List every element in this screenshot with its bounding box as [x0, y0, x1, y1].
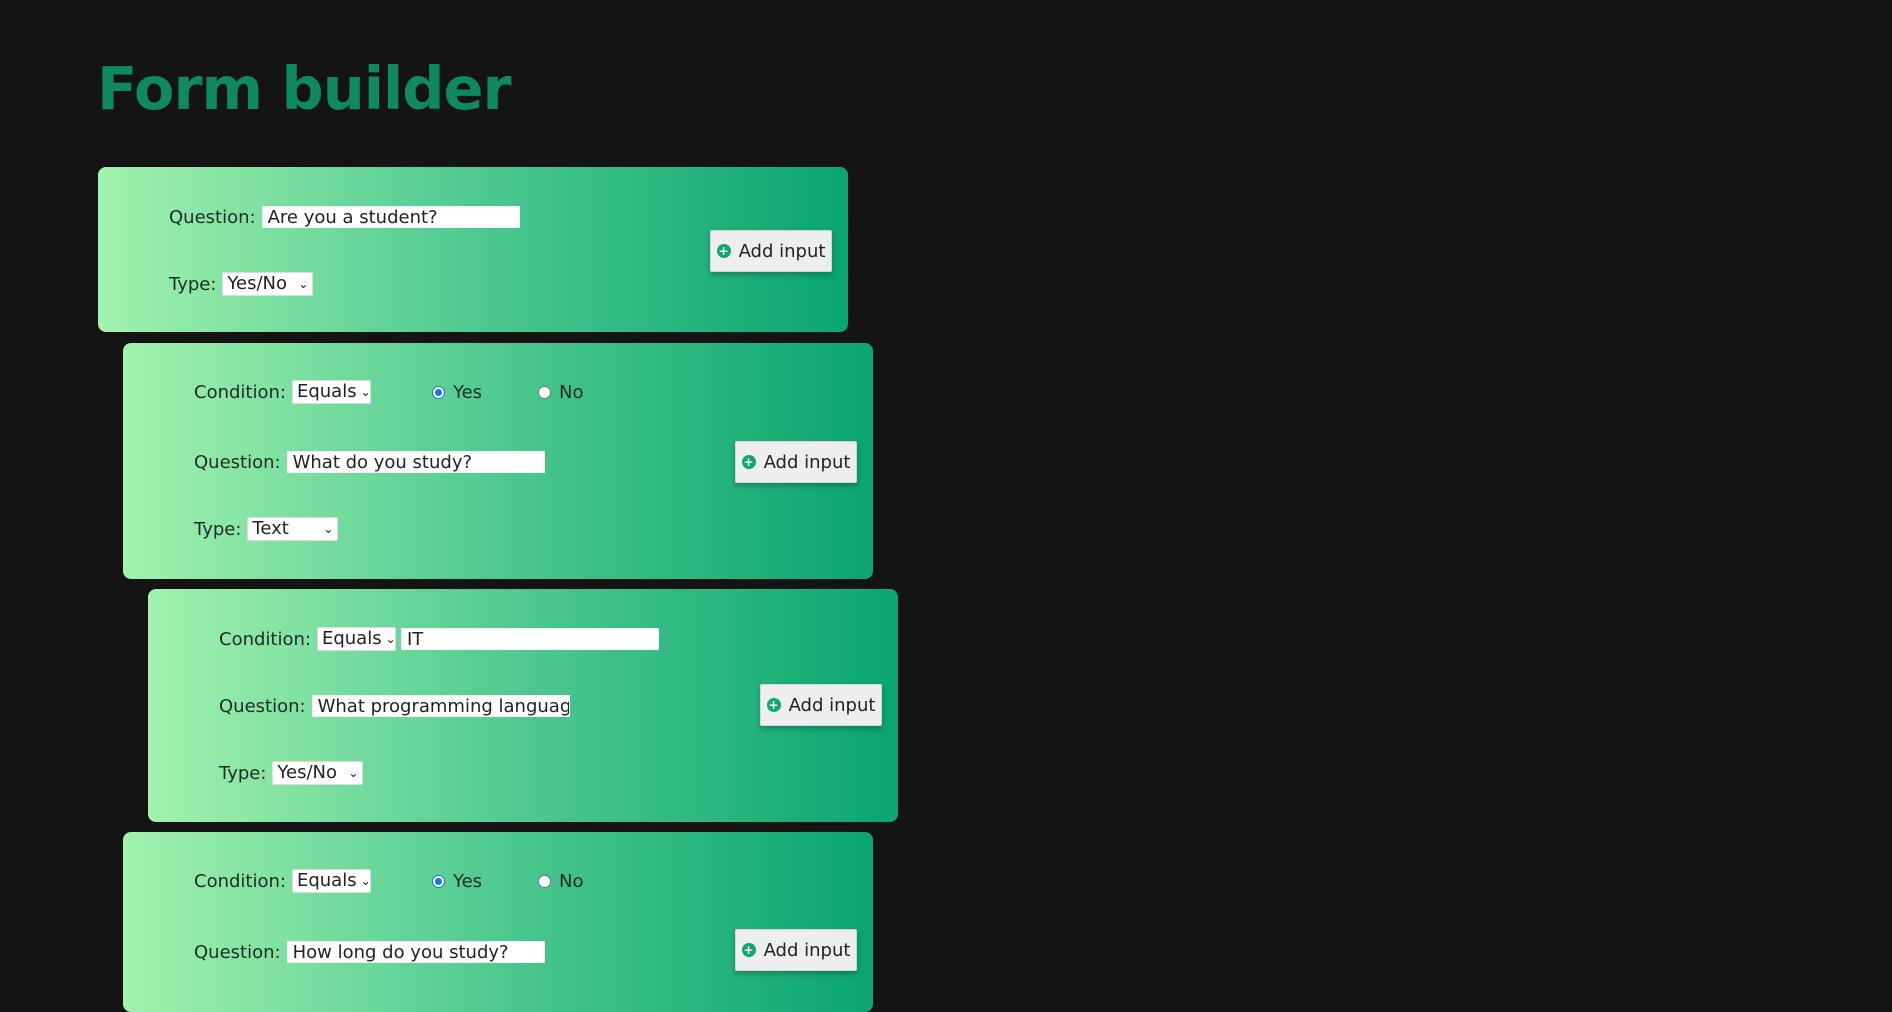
type-select[interactable]: Yes/No ⌄ [222, 272, 314, 296]
form-card-1: Question: Are you a student? Type: Yes/N… [98, 167, 848, 332]
type-select[interactable]: Text ⌄ [247, 517, 339, 541]
type-row: Type: Yes/No ⌄ [219, 760, 364, 786]
chevron-down-icon: ⌄ [298, 277, 309, 291]
radio-no[interactable] [538, 874, 552, 888]
add-input-label: Add input [763, 939, 851, 961]
radio-yes-option[interactable]: Yes [431, 870, 483, 892]
chevron-down-icon: ⌄ [323, 522, 334, 536]
condition-label: Condition: [194, 870, 286, 892]
chevron-down-icon: ⌄ [348, 766, 359, 780]
form-card-2: Condition: Equals ⌄ Yes No Question: Wha… [123, 343, 873, 579]
question-label: Question: [194, 941, 281, 963]
question-input[interactable]: How long do you study? [286, 941, 545, 963]
question-input[interactable]: Are you a student? [261, 206, 520, 228]
type-label: Type: [169, 273, 217, 295]
radio-no[interactable] [538, 385, 552, 399]
form-card-3: Condition: Equals ⌄ IT Question: What pr… [148, 589, 898, 822]
question-input[interactable]: What do you study? [286, 451, 545, 473]
condition-row: Condition: Equals ⌄ Yes No [194, 868, 584, 894]
question-label: Question: [169, 206, 256, 228]
radio-no-label: No [559, 870, 584, 892]
question-row: Question: What do you study? [194, 449, 545, 475]
condition-row: Condition: Equals ⌄ Yes No [194, 379, 584, 405]
radio-yes-label: Yes [452, 870, 483, 892]
type-select-value: Yes/No [227, 273, 288, 294]
type-row: Type: Text ⌄ [194, 516, 339, 542]
question-input[interactable]: What programming language? [311, 695, 570, 717]
question-label: Question: [194, 451, 281, 473]
condition-select-value: Equals [296, 870, 357, 891]
radio-no-option[interactable]: No [538, 870, 584, 892]
add-input-button[interactable]: + Add input [710, 230, 832, 272]
type-select-value: Yes/No [277, 762, 338, 783]
condition-select-value: Equals [296, 381, 357, 402]
add-input-label: Add input [788, 694, 876, 716]
radio-yes[interactable] [431, 874, 445, 888]
chevron-down-icon: ⌄ [360, 874, 371, 888]
plus-circle-icon: + [766, 698, 781, 712]
page-title: Form builder [97, 54, 512, 123]
type-row: Type: Yes/No ⌄ [169, 271, 314, 297]
radio-no-option[interactable]: No [538, 381, 584, 403]
question-row: Question: How long do you study? [194, 939, 545, 965]
radio-yes[interactable] [431, 385, 445, 399]
type-select[interactable]: Yes/No ⌄ [272, 761, 364, 785]
condition-select[interactable]: Equals ⌄ [316, 627, 396, 651]
question-label: Question: [219, 695, 306, 717]
type-select-value: Text [252, 518, 289, 539]
radio-yes-label: Yes [452, 381, 483, 403]
plus-circle-icon: + [716, 244, 731, 258]
condition-select[interactable]: Equals ⌄ [291, 380, 371, 404]
type-label: Type: [219, 762, 267, 784]
condition-value-input[interactable]: IT [400, 628, 659, 650]
question-row: Question: Are you a student? [169, 204, 520, 230]
type-label: Type: [194, 518, 242, 540]
add-input-button[interactable]: + Add input [735, 441, 857, 483]
add-input-button[interactable]: + Add input [735, 929, 857, 971]
condition-label: Condition: [219, 628, 311, 650]
add-input-label: Add input [763, 451, 851, 473]
condition-row: Condition: Equals ⌄ IT [219, 626, 659, 652]
plus-circle-icon: + [741, 455, 756, 469]
condition-select-value: Equals [321, 628, 382, 649]
form-card-4: Condition: Equals ⌄ Yes No Question: How… [123, 832, 873, 1012]
radio-yes-option[interactable]: Yes [431, 381, 483, 403]
chevron-down-icon: ⌄ [385, 632, 396, 646]
add-input-button[interactable]: + Add input [760, 684, 882, 726]
add-input-label: Add input [738, 240, 826, 262]
radio-no-label: No [559, 381, 584, 403]
condition-select[interactable]: Equals ⌄ [291, 869, 371, 893]
plus-circle-icon: + [741, 943, 756, 957]
chevron-down-icon: ⌄ [360, 385, 371, 399]
condition-label: Condition: [194, 381, 286, 403]
question-row: Question: What programming language? [219, 693, 570, 719]
